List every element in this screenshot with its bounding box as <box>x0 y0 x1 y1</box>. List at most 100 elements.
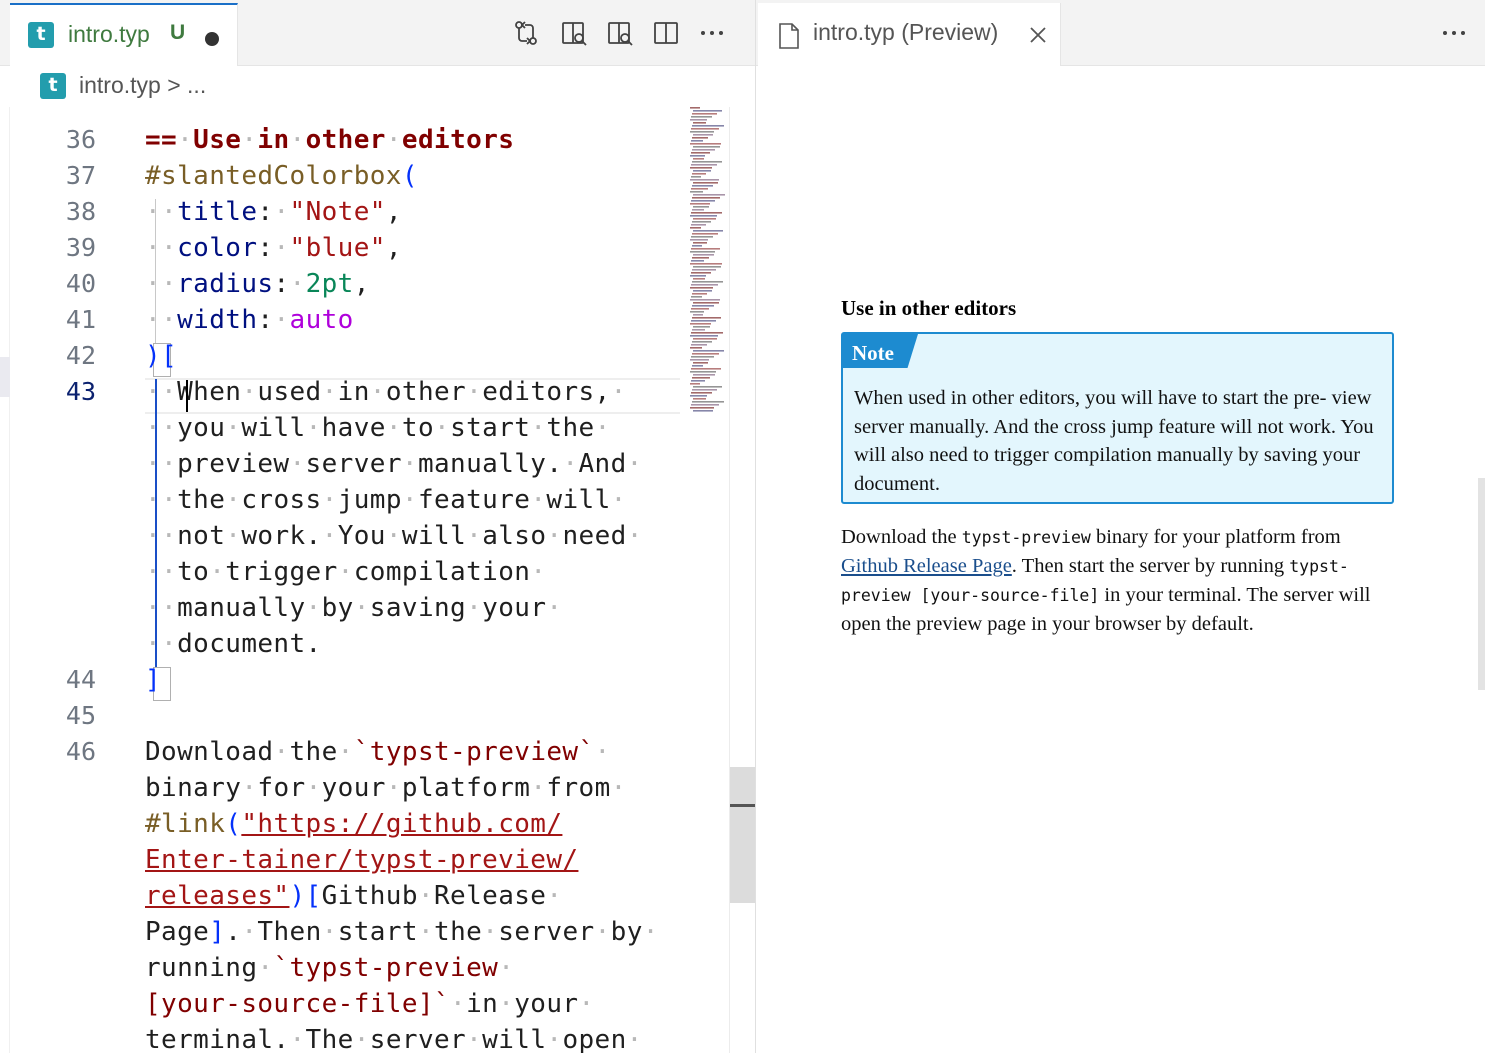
whitespace-marker: · <box>385 125 402 155</box>
code-token: Download <box>145 737 274 767</box>
code-line[interactable]: )[ <box>145 338 177 374</box>
preview-paragraph[interactable]: Download the typst-preview binary for yo… <box>841 523 1394 639</box>
code-line[interactable]: ··title:·"Note", <box>145 194 402 230</box>
minimap-line <box>693 302 719 304</box>
minimap-line <box>690 335 718 337</box>
code-line[interactable]: ··When·used·in·other·editors,· <box>145 374 627 410</box>
tab-intro-preview[interactable]: intro.typ (Preview) <box>758 3 1061 66</box>
code-token: other <box>305 125 386 155</box>
note-body[interactable]: When used in other editors, you will hav… <box>854 384 1389 498</box>
preview-to-side-icon[interactable] <box>606 19 634 47</box>
breadcrumb-more[interactable]: ... <box>187 72 206 98</box>
code-token: start <box>450 413 531 443</box>
more-actions-icon[interactable] <box>1440 19 1468 47</box>
code-token: also <box>482 521 547 551</box>
whitespace-marker: · <box>546 881 563 911</box>
chevron-right-icon: > <box>167 72 181 98</box>
minimap-line <box>690 143 721 145</box>
whitespace-marker: ·· <box>145 449 178 479</box>
code-line[interactable]: ··radius:·2pt, <box>145 266 370 302</box>
code-line[interactable]: Enter-tainer/typst-preview/ <box>145 842 578 878</box>
minimap-line <box>691 224 706 226</box>
code-line[interactable]: ··not·work.·You·will·also·need· <box>145 518 643 554</box>
code-line[interactable]: ] <box>145 662 161 698</box>
code-line[interactable]: ==·Use·in·other·editors <box>145 122 514 158</box>
code-line[interactable]: ··to·trigger·compilation· <box>145 554 546 590</box>
code-token: will <box>482 1025 547 1053</box>
code-line[interactable]: ··you·will·have·to·start·the· <box>145 410 611 446</box>
code-line[interactable]: running·`typst-preview· <box>145 950 514 986</box>
code-token: will <box>401 521 467 551</box>
code-token: cross <box>241 485 322 515</box>
minimap-line <box>692 257 709 259</box>
minimap-line <box>690 299 720 301</box>
whitespace-marker: · <box>273 737 290 767</box>
minimap-line <box>691 344 707 346</box>
whitespace-marker: · <box>241 773 258 803</box>
editor-group-left: t intro.typ U t intro.typ > ... 36 37 38… <box>0 0 755 1053</box>
minimap-line <box>693 182 718 184</box>
code-line[interactable]: releases")[Github·Release· <box>145 878 562 914</box>
compare-icon[interactable] <box>512 19 540 47</box>
code-line[interactable]: terminal.·The·server·will·open· <box>145 1022 643 1053</box>
code-token: "Note" <box>289 197 386 227</box>
open-preview-icon[interactable] <box>560 19 588 47</box>
code-token: terminal. <box>145 1025 290 1053</box>
minimap-line <box>692 149 715 151</box>
typst-file-icon: t <box>40 73 66 99</box>
minimap-line <box>690 371 716 373</box>
code-line[interactable]: #slantedColorbox( <box>145 158 418 194</box>
whitespace-marker: · <box>321 521 338 551</box>
minimap-line <box>693 122 706 124</box>
github-release-link[interactable]: Github Release Page <box>841 555 1012 577</box>
typst-file-icon: t <box>28 22 54 48</box>
tab-intro-typ[interactable]: t intro.typ U <box>10 3 238 66</box>
whitespace-marker: · <box>289 125 306 155</box>
breadcrumb-item[interactable]: intro.typ > ... <box>79 72 206 99</box>
code-line[interactable]: ··the·cross·jump·feature·will· <box>145 482 627 518</box>
code-line[interactable]: ··width:·auto <box>145 302 354 338</box>
code-line[interactable]: ··document. <box>145 626 322 662</box>
whitespace-marker: · <box>546 593 563 623</box>
code-editor[interactable]: 36 37 38 39 40 41 42 43 44 45 46 ==·Use·in·other·e… <box>10 107 755 1053</box>
code-token: compilation <box>353 557 531 587</box>
minimap-line <box>691 116 712 118</box>
preview-scrollbar[interactable] <box>1478 478 1485 690</box>
note-colorbox[interactable]: Note When used in other editors, you wil… <box>841 332 1394 504</box>
minimap-line <box>692 233 718 235</box>
whitespace-marker: · <box>401 449 418 479</box>
code-token: title <box>177 197 258 227</box>
code-line[interactable]: binary·for·your·platform·from· <box>145 770 627 806</box>
code-token: , <box>385 197 402 227</box>
code-line[interactable]: Download·the·`typst-preview`· <box>145 734 611 770</box>
more-actions-icon[interactable] <box>698 19 726 47</box>
minimap-line <box>692 401 724 403</box>
whitespace-marker: · <box>241 125 258 155</box>
whitespace-marker: · <box>530 773 547 803</box>
whitespace-marker: · <box>610 773 627 803</box>
unsaved-dot-icon[interactable] <box>205 32 219 46</box>
vertical-scrollbar[interactable] <box>729 107 755 1053</box>
code-token: to <box>401 413 435 443</box>
whitespace-marker: · <box>369 377 386 407</box>
code-line[interactable]: Page].·Then·start·the·server·by· <box>145 914 659 950</box>
preview-heading[interactable]: Use in other editors <box>841 296 1016 321</box>
tab-label: intro.typ <box>68 21 150 47</box>
minimap-line <box>690 239 708 241</box>
breadcrumb-file[interactable]: intro.typ <box>79 72 161 98</box>
code-line[interactable]: #link("https://github.com/ <box>145 806 562 842</box>
whitespace-marker: ·· <box>145 269 178 299</box>
code-line[interactable]: ··color:·"blue", <box>145 230 402 266</box>
code-line[interactable]: ··preview·server·manually.·And· <box>145 446 643 482</box>
scrollbar-thumb[interactable] <box>730 767 755 903</box>
code-token: ] <box>209 917 226 947</box>
close-icon[interactable] <box>1029 26 1047 44</box>
code-token: running <box>145 953 258 983</box>
code-line[interactable]: [your-source-file]`·in·your· <box>145 986 595 1022</box>
minimap[interactable] <box>688 107 728 417</box>
code-token: Use <box>193 125 242 155</box>
code-token: radius <box>177 269 274 299</box>
code-token: binary <box>145 773 242 803</box>
code-line[interactable]: ··manually·by·saving·your· <box>145 590 562 626</box>
split-editor-icon[interactable] <box>652 19 680 47</box>
